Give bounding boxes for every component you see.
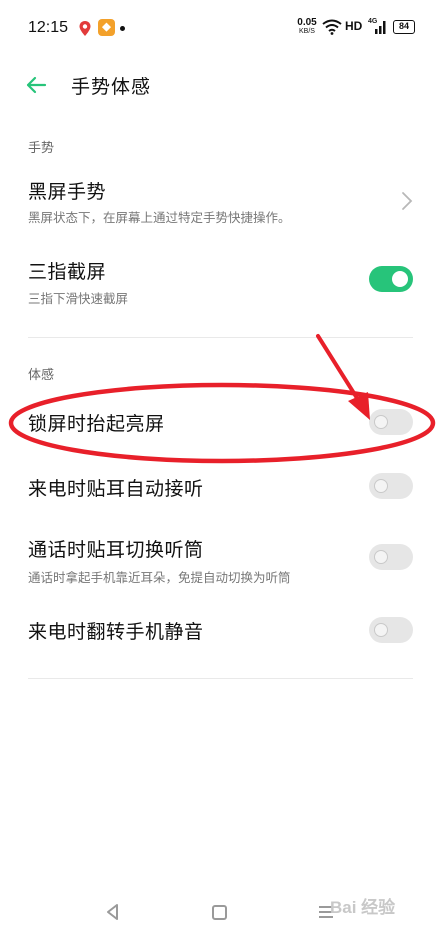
toggle-switch-off[interactable]	[369, 409, 413, 435]
toggle-knob	[374, 623, 388, 637]
toggle-knob	[374, 479, 388, 493]
cellular-signal-icon: 4G	[368, 18, 388, 35]
setting-row-ear-switch-receiver[interactable]: 通话时贴耳切换听筒 通话时拿起手机靠近耳朵，免提自动切换为听筒	[0, 530, 447, 590]
header: 手势体感	[0, 60, 447, 110]
hd-indicator: HD	[345, 19, 363, 33]
toggle-knob	[392, 271, 408, 287]
setting-subtitle: 通话时拿起手机靠近耳朵，免提自动切换为听筒	[28, 570, 291, 585]
setting-title: 黑屏手势	[28, 181, 107, 203]
toggle-knob	[374, 415, 388, 429]
status-bar: 12:15 ◆ 0.05 KB/S HD 4G 84	[0, 0, 447, 60]
arrow-left-icon[interactable]	[24, 73, 48, 97]
toggle-knob	[374, 550, 388, 564]
location-pin-icon	[79, 21, 91, 36]
network-speed-value: 0.05	[297, 17, 317, 28]
status-time: 12:15	[28, 19, 69, 36]
setting-row-black-screen-gesture[interactable]: 黑屏手势 黑屏状态下，在屏幕上通过特定手势快捷操作。	[0, 170, 447, 230]
page-title: 手势体感	[71, 76, 152, 98]
nav-back-icon[interactable]	[104, 903, 122, 921]
divider	[28, 678, 413, 679]
setting-title: 通话时贴耳切换听筒	[28, 539, 204, 561]
setting-title: 来电时贴耳自动接听	[28, 478, 204, 500]
toggle-switch-off[interactable]	[369, 544, 413, 570]
more-notifications-dot-icon	[120, 26, 125, 31]
setting-row-three-finger-screenshot[interactable]: 三指截屏 三指下滑快速截屏	[0, 250, 447, 310]
setting-subtitle: 三指下滑快速截屏	[28, 291, 129, 306]
section-label-motion: 体感	[28, 368, 55, 383]
toggle-switch-off[interactable]	[369, 617, 413, 643]
network-speed: 0.05 KB/S	[296, 18, 318, 36]
app-notification-icon: ◆	[98, 19, 115, 36]
setting-row-flip-to-mute[interactable]: 来电时翻转手机静音	[0, 604, 447, 658]
wifi-icon	[322, 19, 342, 35]
chevron-right-icon	[402, 192, 413, 210]
battery-indicator: 84	[393, 20, 415, 34]
toggle-switch-on[interactable]	[369, 266, 413, 292]
network-speed-unit: KB/S	[299, 28, 315, 35]
baidu-watermark: Bai 经验	[330, 898, 396, 917]
setting-title: 来电时翻转手机静音	[28, 621, 204, 643]
setting-row-raise-to-wake[interactable]: 锁屏时抬起亮屏	[0, 396, 447, 450]
divider	[28, 337, 413, 338]
setting-row-ear-auto-answer[interactable]: 来电时贴耳自动接听	[0, 460, 447, 514]
setting-title: 锁屏时抬起亮屏	[28, 413, 165, 435]
setting-subtitle: 黑屏状态下，在屏幕上通过特定手势快捷操作。	[28, 210, 291, 225]
nav-home-icon[interactable]	[212, 905, 227, 920]
toggle-switch-off[interactable]	[369, 473, 413, 499]
section-label-gesture: 手势	[28, 141, 55, 156]
setting-title: 三指截屏	[28, 261, 107, 283]
